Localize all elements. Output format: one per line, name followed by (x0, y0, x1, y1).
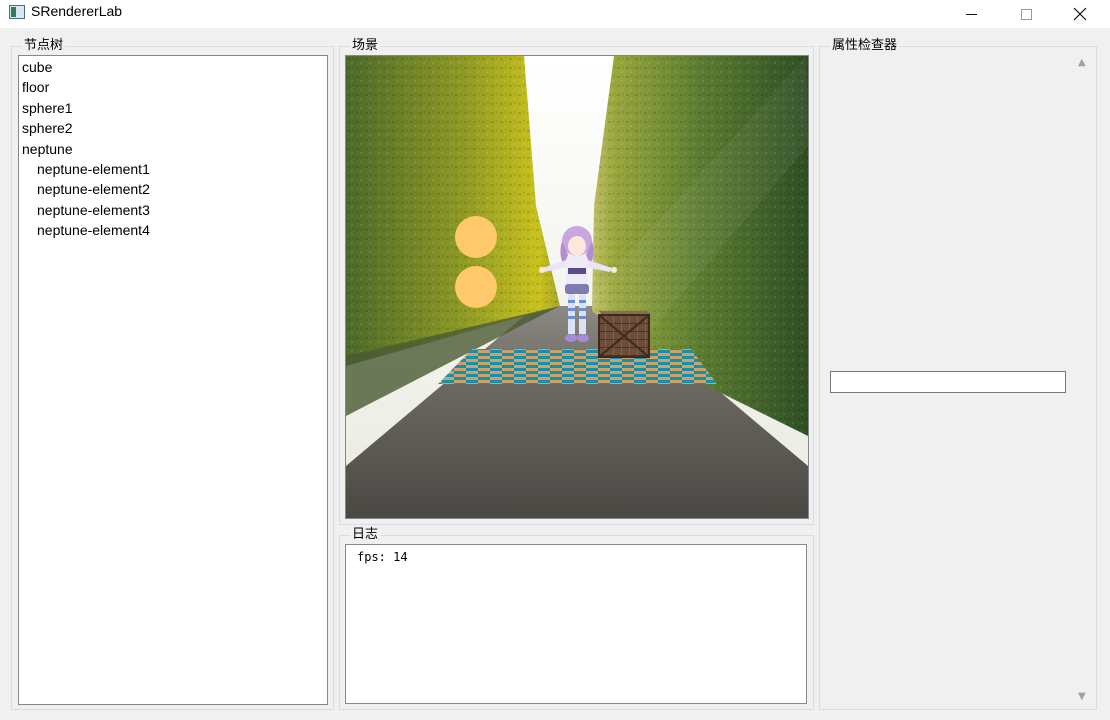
tree-item-neptune-element4[interactable]: neptune-element4 (37, 222, 150, 238)
app-window-icon (9, 5, 25, 19)
crate (598, 311, 651, 358)
scroll-down-arrow-icon[interactable]: ▼ (1078, 691, 1086, 702)
tree-item-sphere1[interactable]: sphere1 (22, 100, 73, 116)
close-button[interactable] (1057, 0, 1103, 28)
tree-item-cube[interactable]: cube (22, 59, 52, 75)
tree-item-neptune-element2[interactable]: neptune-element2 (37, 181, 150, 197)
scene-viewport[interactable] (345, 55, 809, 519)
close-icon (1073, 7, 1087, 21)
tree-item-neptune[interactable]: neptune (22, 141, 73, 157)
inspector-scrollbar[interactable]: ▲ ▼ (1076, 55, 1093, 705)
title-bar: SRendererLab (0, 0, 1110, 28)
log-label: 日志 (350, 526, 381, 544)
log-line-fps: fps: 14 (357, 550, 408, 564)
inspector-input[interactable] (830, 371, 1066, 393)
sphere1 (455, 216, 497, 258)
maximize-button[interactable] (1003, 0, 1049, 28)
scroll-up-arrow-icon[interactable]: ▲ (1078, 57, 1086, 68)
tree-item-neptune-element1[interactable]: neptune-element1 (37, 161, 150, 177)
minimize-icon (965, 13, 977, 15)
window-title: SRendererLab (31, 3, 123, 19)
tree-item-floor[interactable]: floor (22, 79, 49, 95)
tree-item-neptune-element3[interactable]: neptune-element3 (37, 202, 150, 218)
property-inspector-label: 属性检查器 (830, 37, 900, 55)
tree-item-sphere2[interactable]: sphere2 (22, 120, 73, 136)
checkered-floor (438, 349, 717, 384)
scene-render (346, 56, 808, 518)
scene-label: 场景 (350, 37, 381, 55)
node-tree-label: 节点树 (22, 37, 66, 55)
log-output[interactable]: fps: 14 (345, 544, 807, 704)
maximize-icon (1020, 8, 1032, 20)
node-tree-view[interactable]: cube floor sphere1 sphere2 neptune neptu… (18, 55, 328, 705)
sphere2 (455, 266, 497, 308)
minimize-button[interactable] (948, 0, 994, 28)
